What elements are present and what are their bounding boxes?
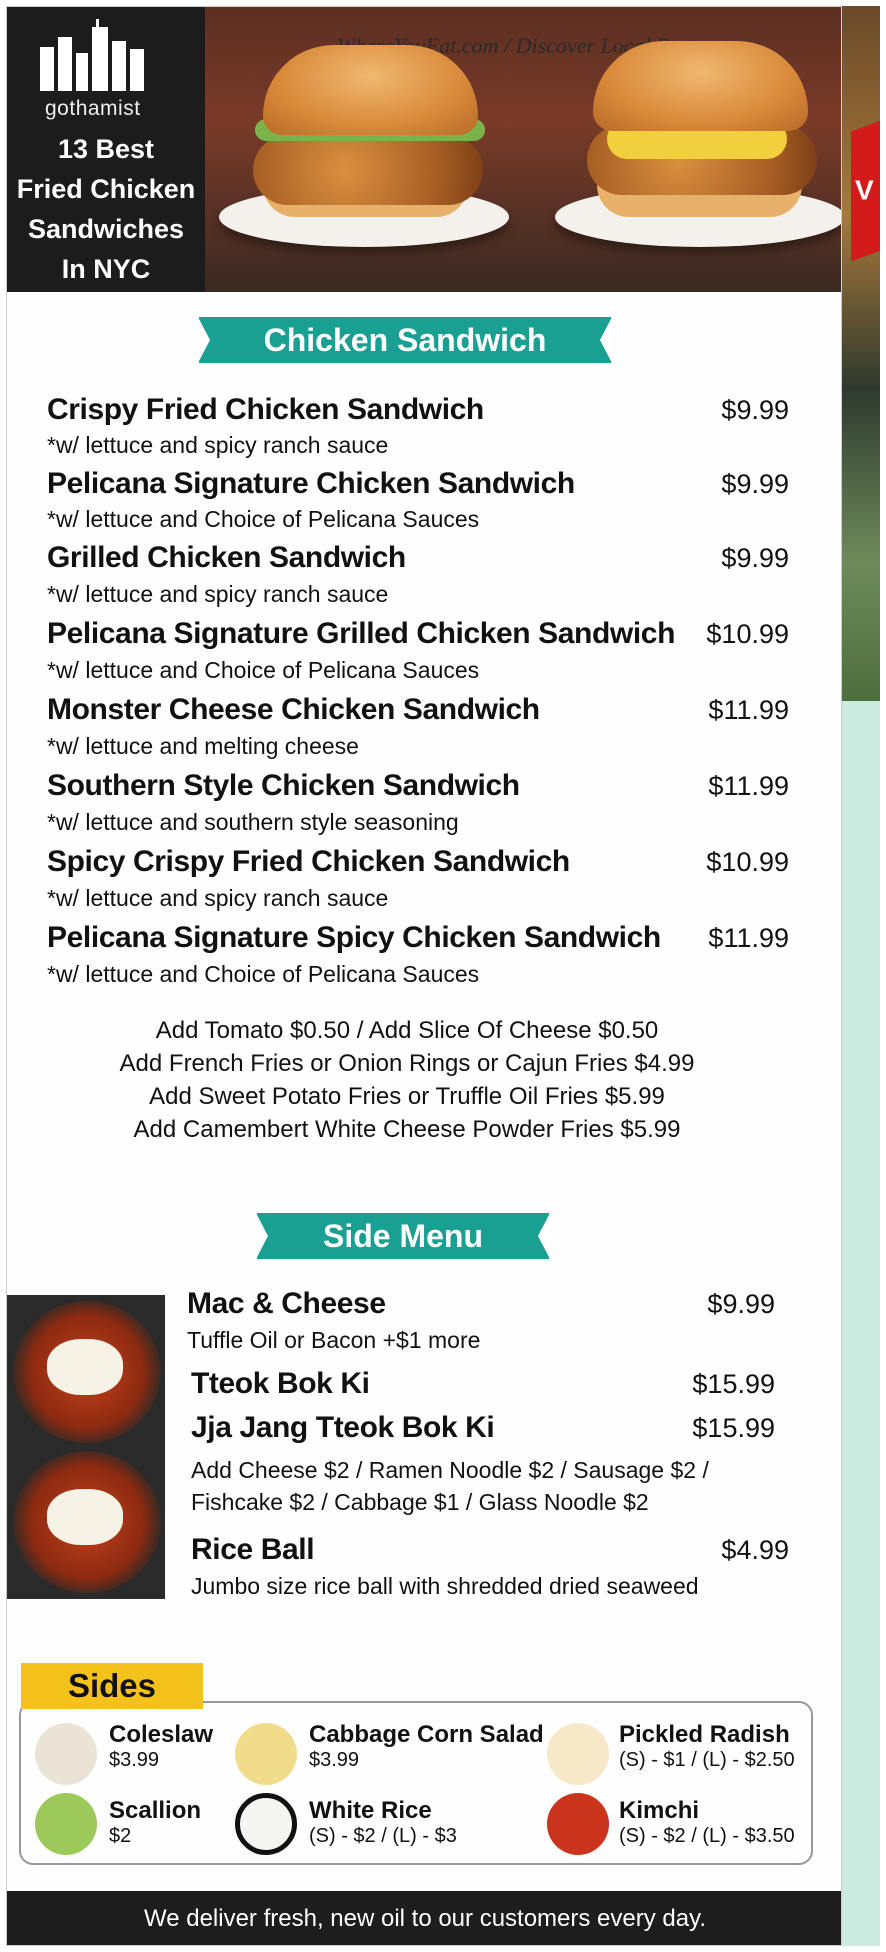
item-price: $15.99 bbox=[692, 1413, 775, 1443]
item-price: $11.99 bbox=[708, 695, 789, 725]
adjacent-panel: V bbox=[836, 6, 880, 1946]
menu-page: V gothamist 13 Best Fried Chicken Sandwi… bbox=[0, 0, 886, 1952]
corn-salad-icon bbox=[235, 1723, 297, 1785]
side-name: Kimchi bbox=[619, 1797, 700, 1824]
menu-panel: gothamist 13 Best Fried Chicken Sandwich… bbox=[6, 6, 842, 1946]
side-price: $3.99 bbox=[109, 1749, 160, 1771]
side-name: Coleslaw bbox=[109, 1721, 214, 1748]
side-name: Scallion bbox=[109, 1797, 202, 1824]
side-price: (S) - $1 / (L) - $2.50 bbox=[619, 1749, 795, 1771]
sides-heading: Sides bbox=[21, 1663, 203, 1709]
side-price: (S) - $2 / (L) - $3.50 bbox=[619, 1825, 795, 1847]
item-name: Spicy Crispy Fried Chicken Sandwich bbox=[47, 845, 570, 878]
item-name: Jja Jang Tteok Bok Ki bbox=[191, 1411, 495, 1444]
cheese-topping bbox=[47, 1339, 123, 1395]
item-description: Tuffle Oil or Bacon +$1 more bbox=[187, 1327, 481, 1353]
side-price: $3.99 bbox=[309, 1749, 360, 1771]
item-price: $15.99 bbox=[692, 1369, 775, 1399]
item-name: Grilled Chicken Sandwich bbox=[47, 541, 406, 574]
item-price: $11.99 bbox=[708, 771, 789, 801]
skyline-logo-icon bbox=[40, 19, 144, 91]
item-name: Monster Cheese Chicken Sandwich bbox=[47, 693, 540, 726]
item-description: *w/ lettuce and spicy ranch sauce bbox=[47, 432, 389, 458]
side-name: Cabbage Corn Salad bbox=[309, 1721, 544, 1748]
item-description: *w/ lettuce and melting cheese bbox=[47, 733, 359, 759]
item-price: $10.99 bbox=[706, 847, 789, 877]
scallion-icon bbox=[35, 1793, 97, 1855]
side-menu-heading: Side Menu bbox=[256, 1213, 550, 1259]
item-price: $9.99 bbox=[707, 1289, 775, 1319]
item-description: *w/ lettuce and Choice of Pelicana Sauce… bbox=[47, 506, 480, 532]
item-name: Pelicana Signature Chicken Sandwich bbox=[47, 467, 575, 500]
item-name: Pelicana Signature Grilled Chicken Sandw… bbox=[47, 617, 675, 650]
cheese-topping bbox=[47, 1489, 123, 1545]
side-price: (S) - $2 / (L) - $3 bbox=[309, 1825, 457, 1847]
item-description: Fishcake $2 / Cabbage $1 / Glass Noodle … bbox=[191, 1489, 649, 1515]
tteokbokki-photos bbox=[7, 1295, 165, 1599]
item-name: Pelicana Signature Spicy Chicken Sandwic… bbox=[47, 921, 661, 954]
chicken-patty bbox=[253, 135, 483, 205]
adjacent-tab-letter: V bbox=[855, 174, 874, 206]
item-description: Jumbo size rice ball with shredded dried… bbox=[191, 1573, 699, 1599]
footer-banner: We deliver fresh, new oil to our custome… bbox=[7, 1891, 841, 1945]
item-price: $9.99 bbox=[721, 469, 789, 499]
article-title: 13 Best Fried Chicken Sandwiches In NYC bbox=[16, 134, 196, 284]
brand-name: gothamist bbox=[45, 97, 141, 120]
item-name: Mac & Cheese bbox=[187, 1287, 386, 1320]
adjacent-red-tab: V bbox=[851, 120, 880, 262]
item-name: Southern Style Chicken Sandwich bbox=[47, 769, 520, 802]
side-name: Pickled Radish bbox=[619, 1721, 790, 1748]
addon-line: Add Sweet Potato Fries or Truffle Oil Fr… bbox=[149, 1083, 665, 1110]
sides-box: Coleslaw $3.99 Cabbage Corn Salad $3.99 … bbox=[19, 1701, 813, 1865]
item-price: $4.99 bbox=[721, 1535, 789, 1565]
kimchi-icon bbox=[547, 1793, 609, 1855]
item-name: Rice Ball bbox=[191, 1533, 315, 1566]
item-description: *w/ lettuce and spicy ranch sauce bbox=[47, 581, 389, 607]
rice-icon bbox=[235, 1793, 297, 1855]
header-banner: gothamist 13 Best Fried Chicken Sandwich… bbox=[7, 7, 841, 292]
radish-icon bbox=[547, 1723, 609, 1785]
coleslaw-icon bbox=[35, 1723, 97, 1785]
item-price: $9.99 bbox=[721, 395, 789, 425]
tteokbokki-bowl-photo bbox=[13, 1301, 161, 1443]
item-price: $10.99 bbox=[706, 619, 789, 649]
item-description: *w/ lettuce and Choice of Pelicana Sauce… bbox=[47, 657, 480, 683]
tteokbokki-bowl-photo bbox=[13, 1451, 161, 1593]
item-description: *w/ lettuce and spicy ranch sauce bbox=[47, 885, 389, 911]
item-price: $9.99 bbox=[721, 543, 789, 573]
bun-top bbox=[593, 41, 808, 131]
side-price: $2 bbox=[109, 1825, 132, 1847]
item-name: Tteok Bok Ki bbox=[191, 1367, 370, 1400]
addon-line: Add Camembert White Cheese Powder Fries … bbox=[133, 1116, 681, 1143]
adjacent-food-photo bbox=[837, 6, 880, 701]
item-description: *w/ lettuce and Choice of Pelicana Sauce… bbox=[47, 961, 480, 987]
item-description: *w/ lettuce and southern style seasoning bbox=[47, 809, 459, 835]
chicken-sandwich-heading: Chicken Sandwich bbox=[198, 317, 612, 363]
addon-line: Add French Fries or Onion Rings or Cajun… bbox=[119, 1050, 695, 1077]
bun-top bbox=[263, 45, 478, 135]
item-description: Add Cheese $2 / Ramen Noodle $2 / Sausag… bbox=[191, 1457, 709, 1483]
item-name: Crispy Fried Chicken Sandwich bbox=[47, 393, 484, 426]
gothamist-badge: gothamist 13 Best Fried Chicken Sandwich… bbox=[7, 7, 205, 292]
addon-line: Add Tomato $0.50 / Add Slice Of Cheese $… bbox=[155, 1017, 659, 1044]
side-name: White Rice bbox=[309, 1797, 432, 1824]
item-price: $11.99 bbox=[708, 923, 789, 953]
